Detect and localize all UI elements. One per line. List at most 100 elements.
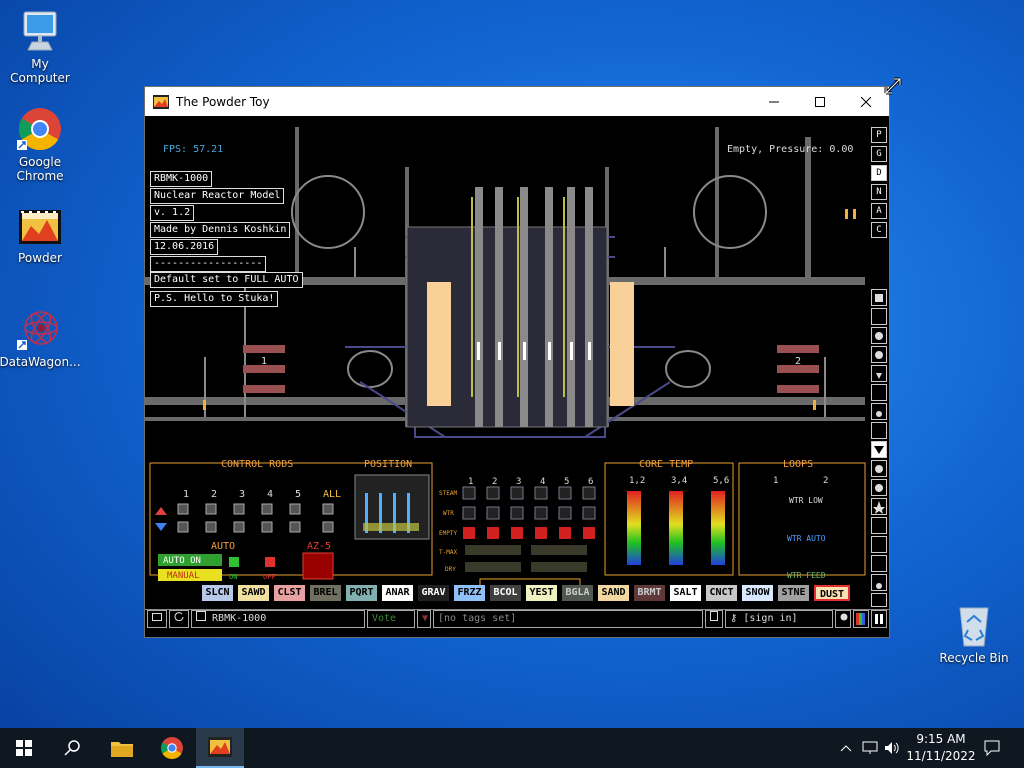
category-toolbar[interactable] — [871, 289, 887, 607]
auto-title: AUTO — [211, 541, 235, 552]
window-titlebar[interactable]: The Powder Toy — [145, 87, 889, 116]
close-button[interactable] — [843, 87, 889, 116]
recycle-bin-icon — [959, 607, 989, 647]
manual-label[interactable]: MANUAL — [167, 571, 200, 581]
vote-up-button[interactable]: Vote — [367, 610, 415, 628]
window-title: The Powder Toy — [176, 94, 270, 109]
material-anar[interactable]: ANAR — [382, 585, 413, 601]
sign-author[interactable]: Made by Dennis Koshkin — [150, 222, 291, 238]
material-grav[interactable]: GRAV — [418, 585, 449, 601]
vote-label: Vote — [372, 613, 397, 624]
taskbar-file-explorer[interactable] — [98, 728, 146, 768]
loops-col: 1 — [773, 476, 778, 486]
volume-icon[interactable] — [884, 741, 900, 755]
material-snow[interactable]: SNOW — [742, 585, 773, 601]
material-brel[interactable]: BREL — [310, 585, 341, 601]
sign-default-auto[interactable]: Default set to FULL AUTO — [150, 272, 303, 288]
taskbar-chrome[interactable] — [148, 728, 196, 768]
pause-icon — [875, 614, 883, 624]
clock[interactable]: 9:15 AM 11/11/2022 — [904, 731, 978, 765]
material-pqrt[interactable]: PQRT — [346, 585, 377, 601]
core-group-label: 3,4 — [671, 476, 687, 486]
vote-down-button[interactable]: ▼ — [417, 610, 431, 628]
chevron-up-icon[interactable] — [840, 744, 852, 752]
material-dust[interactable]: DUST — [814, 585, 850, 601]
row-label-wtr: WTR — [443, 510, 454, 517]
desktop-icon-google-chrome[interactable]: Google Chrome — [0, 106, 80, 183]
folder-icon — [152, 613, 162, 621]
desktop-icon-powder[interactable]: Powder — [0, 208, 80, 265]
sign-version[interactable]: v. 1.2 — [150, 205, 195, 221]
report-button[interactable] — [705, 610, 723, 628]
open-save-button[interactable] — [147, 610, 167, 628]
material-clst[interactable]: CLST — [274, 585, 305, 601]
material-sand[interactable]: SAND — [598, 585, 629, 601]
desktop-icon-recycle-bin[interactable]: Recycle Bin — [934, 602, 1014, 665]
control-panel[interactable]: CONTROL RODS POSITION CORE TEMP LOOPS AU… — [145, 457, 869, 587]
save-name-field[interactable]: RBMK-1000 — [191, 610, 365, 628]
maximize-icon — [815, 96, 825, 107]
material-cnct[interactable]: CNCT — [706, 585, 737, 601]
folder-icon — [111, 742, 133, 757]
check-icon — [840, 613, 848, 621]
core-temp-title: CORE TEMP — [639, 459, 693, 470]
desktop-icon-datawagon[interactable]: DataWagon... — [0, 306, 81, 369]
sign-date[interactable]: 12.06.2016 — [150, 239, 219, 255]
category-icons[interactable] — [871, 289, 887, 607]
turbine-2-label: 2 — [795, 356, 801, 367]
steam-col: 6 — [588, 477, 593, 487]
tags-field[interactable]: [no tags set] — [433, 610, 703, 628]
render-options-button[interactable] — [853, 610, 869, 628]
material-sawd[interactable]: SAWD — [238, 585, 269, 601]
material-frzz[interactable]: FRZZ — [454, 585, 485, 601]
az5-title: AZ-5 — [307, 541, 331, 552]
tool-decorations[interactable]: D — [871, 165, 887, 181]
tool-newtonian[interactable]: N — [871, 184, 887, 200]
clock-time: 9:15 AM — [916, 732, 966, 746]
key-icon: ⚷ — [730, 613, 738, 624]
sign-rbmk[interactable]: RBMK-1000 — [150, 171, 213, 187]
row-label-empty: EMPTY — [439, 530, 457, 537]
sign-in-button[interactable]: ⚷ [sign in] — [725, 610, 833, 628]
minimize-button[interactable] — [751, 87, 797, 116]
rod-number: 5 — [295, 489, 301, 500]
material-yest[interactable]: YEST — [526, 585, 557, 601]
desktop-icon-label: Powder — [18, 251, 62, 265]
desktop-icon-my-computer[interactable]: My Computer — [0, 8, 80, 85]
network-icon[interactable] — [862, 741, 878, 755]
chrome-icon — [17, 108, 61, 151]
taskbar-powder-toy[interactable] — [196, 728, 244, 768]
row-label-steam: STEAM — [439, 490, 457, 497]
search-icon — [64, 740, 80, 756]
pause-button[interactable] — [871, 610, 887, 628]
search-button[interactable] — [48, 728, 96, 768]
powder-toy-window[interactable]: The Powder Toy 1 2 FPS: 57.21 Empty, Pre… — [144, 86, 890, 638]
start-button[interactable] — [0, 728, 48, 768]
material-bgla[interactable]: BGLA — [562, 585, 593, 601]
check-button[interactable] — [835, 610, 851, 628]
game-area[interactable]: 1 2 FPS: 57.21 Empty, Pressure: 0.00 RBM… — [145, 117, 889, 637]
position-title: POSITION — [364, 459, 412, 470]
tool-console[interactable]: C — [871, 222, 887, 238]
wtr-low-label: WTR LOW — [789, 496, 823, 505]
rod-number: 2 — [211, 489, 217, 500]
material-salt[interactable]: SALT — [670, 585, 701, 601]
rod-number: 1 — [183, 489, 189, 500]
material-stne[interactable]: STNE — [778, 585, 809, 601]
tool-ambient[interactable]: A — [871, 203, 887, 219]
material-brmt[interactable]: BRMT — [634, 585, 665, 601]
rod-number: 4 — [267, 489, 273, 500]
sign-nuclear-reactor-model[interactable]: Nuclear Reactor Model — [150, 188, 285, 204]
material-bcol[interactable]: BCOL — [490, 585, 521, 601]
pressure-readout: Empty, Pressure: 0.00 — [727, 144, 854, 155]
sign-hello-stuka[interactable]: P.S. Hello to Stuka! — [150, 291, 279, 307]
material-slcn[interactable]: SLCN — [202, 585, 233, 601]
auto-on-label[interactable]: AUTO ON — [163, 556, 201, 566]
reload-button[interactable] — [169, 610, 189, 628]
maximize-button[interactable] — [797, 87, 843, 116]
steam-col: 3 — [516, 477, 521, 487]
tool-gravity[interactable]: G — [871, 146, 887, 162]
notifications-icon[interactable] — [984, 740, 1000, 756]
steam-col: 1 — [468, 477, 473, 487]
tool-pressure[interactable]: P — [871, 127, 887, 143]
